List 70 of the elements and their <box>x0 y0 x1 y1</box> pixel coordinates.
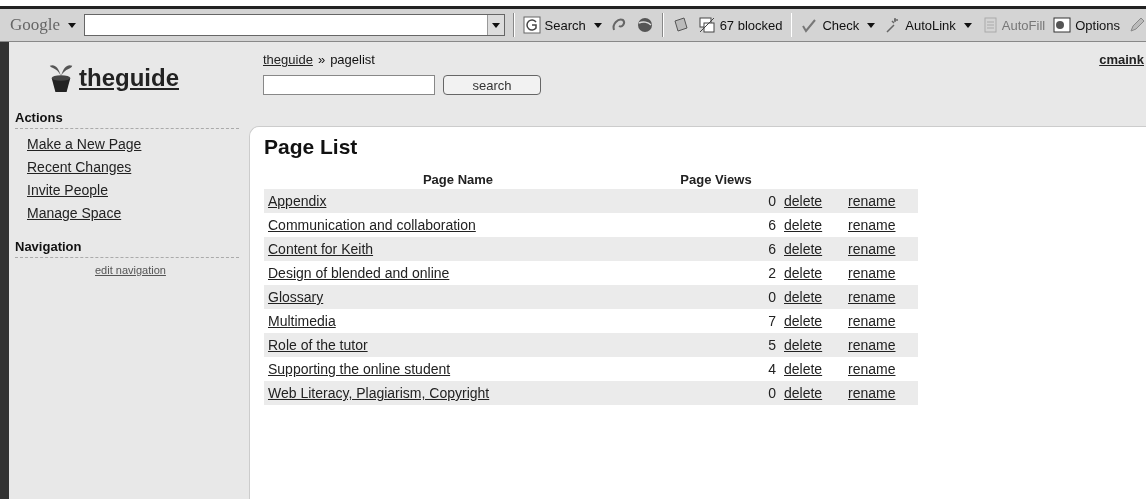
user-link[interactable]: cmaink <box>1099 52 1144 67</box>
plant-pot-icon <box>47 62 75 94</box>
page-link[interactable]: Appendix <box>268 193 327 209</box>
page-views: 4 <box>768 361 776 377</box>
page-link[interactable]: Multimedia <box>268 313 336 329</box>
page-link[interactable]: Supporting the online student <box>268 361 451 377</box>
rename-link[interactable]: rename <box>848 361 896 377</box>
page-title: Page List <box>264 135 359 159</box>
delete-link[interactable]: delete <box>784 217 823 233</box>
rename-link[interactable]: rename <box>848 337 896 353</box>
sidebar-link[interactable]: Invite People <box>27 182 245 198</box>
page-views: 0 <box>768 289 776 305</box>
rename-link[interactable]: rename <box>848 217 896 233</box>
delete-link[interactable]: delete <box>784 241 823 257</box>
delete-link[interactable]: delete <box>784 289 823 305</box>
rename-link[interactable]: rename <box>848 313 896 329</box>
page-views: 0 <box>768 385 776 401</box>
g-letter-icon <box>522 16 541 34</box>
page-link[interactable]: Role of the tutor <box>268 337 368 353</box>
popup-blocker-button[interactable]: 67 blocked <box>697 16 783 34</box>
page-views: 5 <box>768 337 776 353</box>
page-link[interactable]: Content for Keith <box>268 241 374 257</box>
breadcrumb-separator: » <box>317 52 326 67</box>
caret-icon[interactable] <box>68 22 77 28</box>
caret-icon[interactable] <box>867 22 876 28</box>
rename-link[interactable]: rename <box>848 241 896 257</box>
column-header: Page Name <box>422 171 494 187</box>
page-views: 6 <box>768 217 776 233</box>
page-views: 0 <box>768 193 776 209</box>
autolink-button[interactable]: AutoLink <box>883 16 956 34</box>
page-link[interactable]: Communication and collaboration <box>268 217 476 233</box>
delete-link[interactable]: delete <box>784 337 823 353</box>
search-button[interactable]: search <box>443 75 541 95</box>
caret-icon[interactable] <box>593 22 602 28</box>
search-field[interactable] <box>263 75 435 95</box>
globe-icon[interactable] <box>635 16 654 34</box>
delete-link[interactable]: delete <box>784 385 823 401</box>
rename-link[interactable]: rename <box>848 265 896 281</box>
rename-link[interactable]: rename <box>848 385 896 401</box>
sidebar-link[interactable]: Manage Space <box>27 205 245 221</box>
toolbar-search-field[interactable] <box>84 14 505 36</box>
delete-link[interactable]: delete <box>784 313 823 329</box>
delete-link[interactable]: delete <box>784 265 823 281</box>
spell-check-button[interactable]: Check <box>800 16 860 34</box>
page-link[interactable]: Design of blended and online <box>268 265 450 281</box>
page-link[interactable]: Glossary <box>268 289 324 305</box>
sidebar-link[interactable]: Recent Changes <box>27 159 245 175</box>
sidebar-link[interactable]: Make a New Page <box>27 136 245 152</box>
page-views: 2 <box>768 265 776 281</box>
rename-link[interactable]: rename <box>848 289 896 305</box>
rename-link[interactable]: rename <box>848 193 896 209</box>
sidebar-heading: Actions <box>15 110 239 129</box>
delete-link[interactable]: delete <box>784 361 823 377</box>
page-link[interactable]: Web Literacy, Plagiarism, Copyright <box>268 385 490 401</box>
page-views: 7 <box>768 313 776 329</box>
breadcrumb-current: pagelist <box>330 52 375 67</box>
breadcrumb-link[interactable]: theguide <box>263 52 313 67</box>
search-button[interactable]: Search <box>522 16 586 34</box>
toolbar-brand[interactable]: Google <box>10 15 61 35</box>
sidebar-heading: Navigation <box>15 239 239 258</box>
options-icon <box>1053 16 1072 34</box>
site-name-link[interactable]: theguide <box>79 64 179 92</box>
windows-icon <box>697 16 716 34</box>
page-views: 6 <box>768 241 776 257</box>
caret-icon[interactable] <box>963 22 972 28</box>
options-button[interactable]: Options <box>1053 16 1120 34</box>
dropdown-caret-icon[interactable] <box>491 22 500 28</box>
delete-link[interactable]: delete <box>784 193 823 209</box>
column-header: Page Views <box>680 171 752 187</box>
edit-navigation-link[interactable]: edit navigation <box>95 264 245 276</box>
